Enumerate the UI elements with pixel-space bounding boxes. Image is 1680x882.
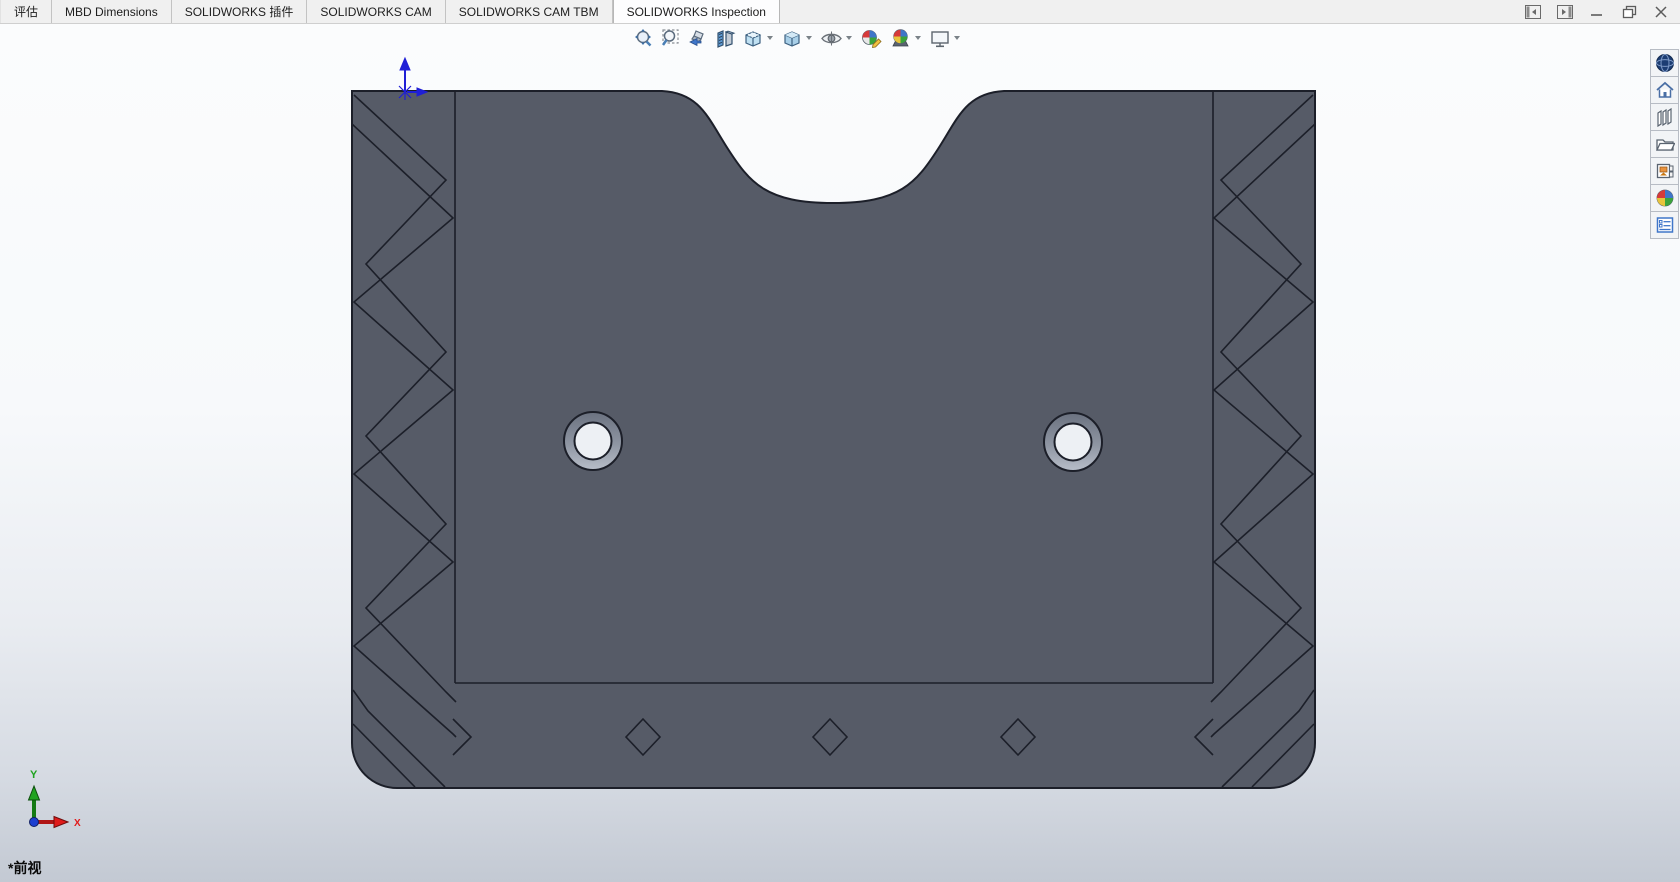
design-library-icon[interactable] xyxy=(1650,103,1679,131)
apply-scene-button[interactable] xyxy=(886,26,926,50)
display-style-icon xyxy=(781,28,803,49)
view-orientation-icon xyxy=(742,28,764,49)
hide-show-items-button[interactable] xyxy=(817,26,857,50)
task-pane-tabs xyxy=(1650,50,1679,239)
tab-label: SOLIDWORKS CAM xyxy=(320,5,431,19)
tab-label: SOLIDWORKS 插件 xyxy=(185,3,294,20)
triad-y-label: Y xyxy=(30,769,38,781)
part-model[interactable] xyxy=(0,0,1680,882)
zoom-to-area-button[interactable] xyxy=(657,26,684,50)
hide-show-items-dropdown-icon[interactable] xyxy=(846,36,852,40)
view-orientation-button[interactable] xyxy=(739,26,778,50)
tab-evaluate[interactable]: 评估 xyxy=(0,0,52,23)
view-settings-icon xyxy=(929,28,951,49)
restore-icon[interactable] xyxy=(1620,3,1638,21)
hole-left[interactable] xyxy=(564,412,622,470)
display-style-button[interactable] xyxy=(778,26,817,50)
appearances-scenes-icon[interactable] xyxy=(1650,184,1679,212)
tab-solidworks-cam-tbm[interactable]: SOLIDWORKS CAM TBM xyxy=(446,0,613,23)
file-explorer-icon[interactable] xyxy=(1650,130,1679,158)
view-settings-dropdown-icon[interactable] xyxy=(954,36,960,40)
tab-solidworks-addins[interactable]: SOLIDWORKS 插件 xyxy=(172,0,308,23)
collapse-pane-left-icon[interactable] xyxy=(1524,3,1542,21)
edit-appearance-button[interactable] xyxy=(857,26,886,50)
tab-label: SOLIDWORKS CAM TBM xyxy=(459,5,599,19)
previous-view-icon xyxy=(687,28,708,49)
custom-properties-icon[interactable] xyxy=(1650,211,1679,239)
triad-x-label: X xyxy=(74,818,81,829)
display-style-dropdown-icon[interactable] xyxy=(806,36,812,40)
hide-show-items-icon xyxy=(820,28,843,49)
view-name-label: *前视 xyxy=(8,858,41,878)
solidworks-window: 评估 MBD Dimensions SOLIDWORKS 插件 SOLIDWOR… xyxy=(0,0,1680,882)
3dexperience-globe-icon[interactable] xyxy=(1650,49,1679,77)
tab-label: SOLIDWORKS Inspection xyxy=(627,5,766,19)
view-orientation-dropdown-icon[interactable] xyxy=(767,36,773,40)
previous-view-button[interactable] xyxy=(684,26,711,50)
hole-right[interactable] xyxy=(1044,413,1102,471)
close-icon[interactable] xyxy=(1652,3,1670,21)
section-view-button[interactable] xyxy=(711,26,739,50)
zoom-to-fit-button[interactable] xyxy=(630,26,657,50)
heads-up-view-toolbar xyxy=(630,25,965,51)
apply-scene-dropdown-icon[interactable] xyxy=(915,36,921,40)
tab-label: MBD Dimensions xyxy=(65,5,158,19)
zoom-to-area-icon xyxy=(660,28,681,49)
view-settings-button[interactable] xyxy=(926,26,965,50)
section-view-icon xyxy=(714,28,736,49)
tab-mbd-dimensions[interactable]: MBD Dimensions xyxy=(52,0,172,23)
edit-appearance-icon xyxy=(860,28,883,49)
apply-scene-icon xyxy=(889,28,912,49)
collapse-pane-right-icon[interactable] xyxy=(1556,3,1574,21)
window-controls xyxy=(1524,0,1670,23)
minimize-icon[interactable] xyxy=(1588,3,1606,21)
solidworks-resources-home-icon[interactable] xyxy=(1650,76,1679,104)
tab-solidworks-cam[interactable]: SOLIDWORKS CAM xyxy=(307,0,445,23)
tab-solidworks-inspection[interactable]: SOLIDWORKS Inspection xyxy=(613,0,780,23)
tab-label: 评估 xyxy=(14,3,38,20)
graphics-viewport[interactable]: Y X *前视 xyxy=(0,24,1680,882)
zoom-to-fit-icon xyxy=(633,28,654,49)
view-palette-icon[interactable] xyxy=(1650,157,1679,185)
orientation-triad: Y X xyxy=(4,760,94,838)
commandmanager-tab-bar: 评估 MBD Dimensions SOLIDWORKS 插件 SOLIDWOR… xyxy=(0,0,1680,24)
